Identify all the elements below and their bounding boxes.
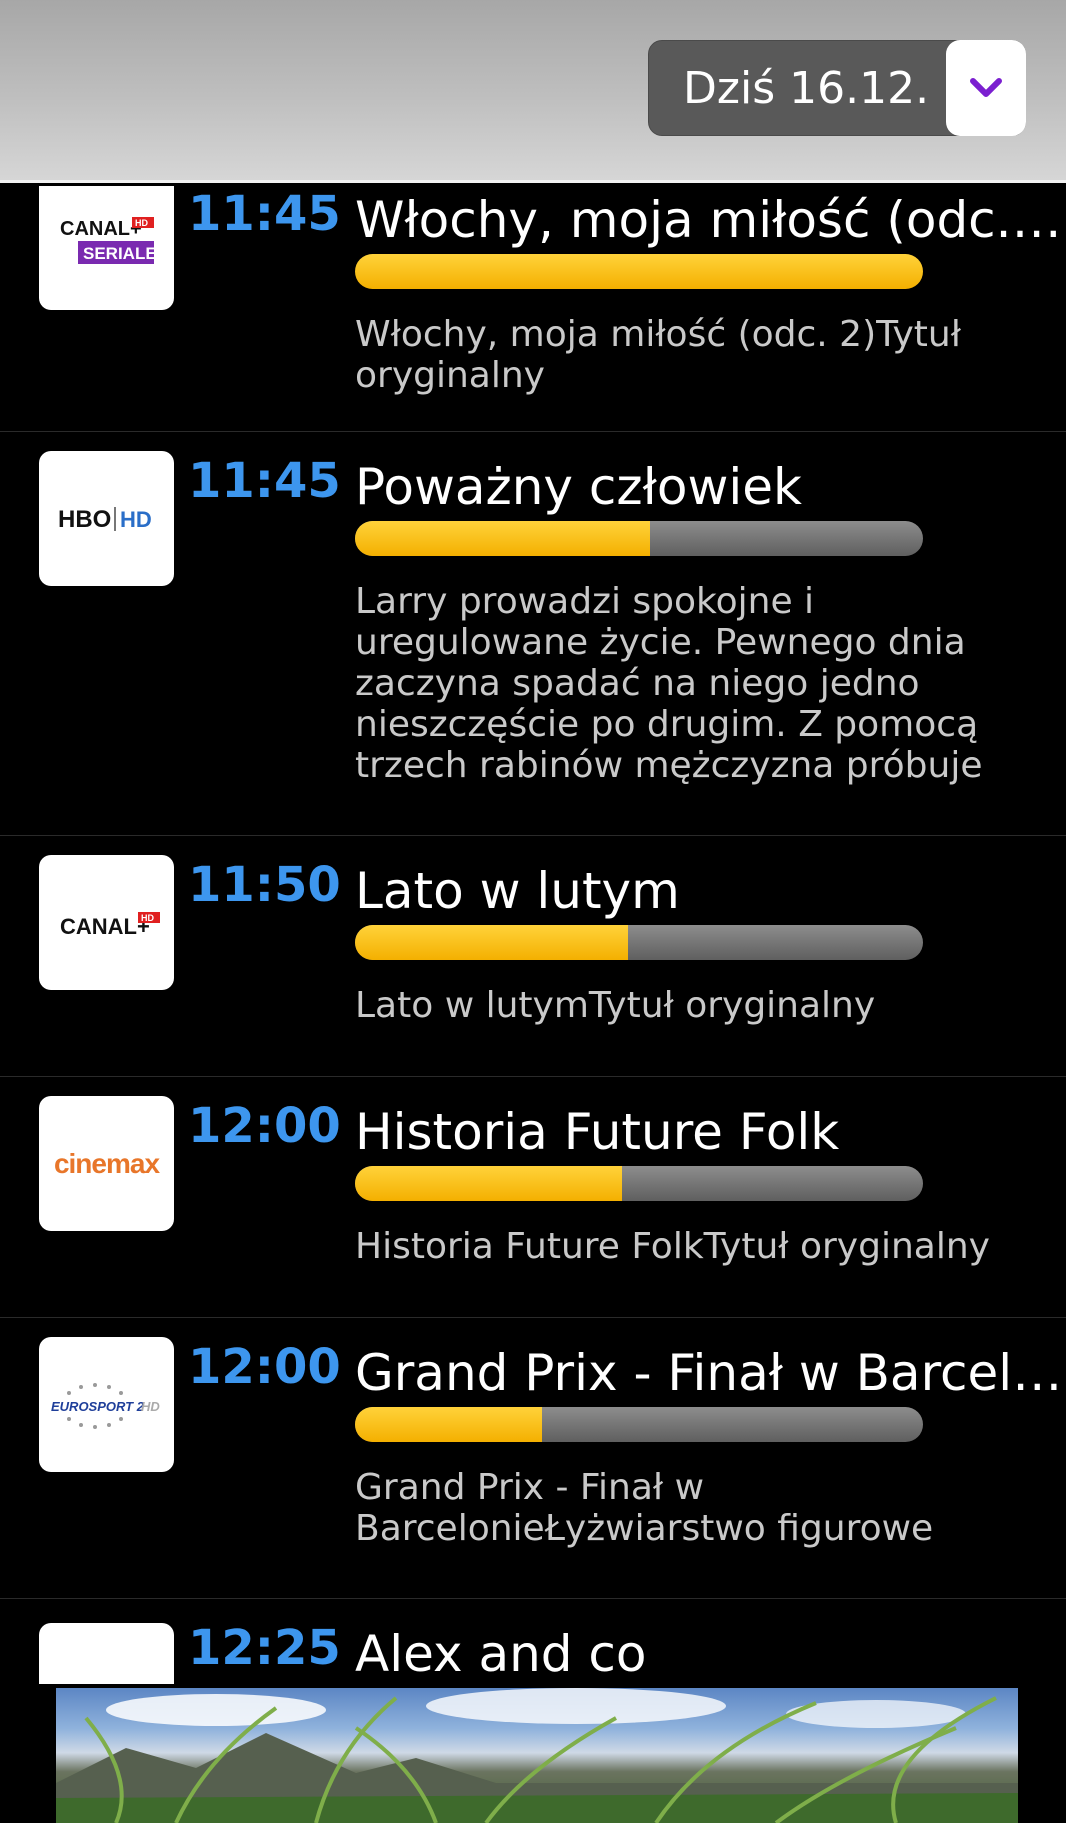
program-title: Grand Prix - Finał w Barcelonie xyxy=(355,1344,1065,1402)
program-row[interactable]: EUROSPORT 2 HD 12:00 Grand Prix - Finał … xyxy=(0,1317,1066,1599)
program-description: Grand Prix - Finał w BarcelonieŁyżwiarst… xyxy=(355,1467,934,1549)
program-title: Lato w lutym xyxy=(355,862,680,920)
program-time: 11:45 xyxy=(188,186,341,242)
svg-text:HD: HD xyxy=(141,913,154,923)
canal-seriale-logo: CANAL+ HD SERIALE xyxy=(60,216,157,264)
chevron-down-icon xyxy=(970,78,1002,97)
channel-logo-hbo: HBO HD xyxy=(39,451,174,586)
program-list[interactable]: CANAL+ HD SERIALE 11:45 Włochy, moja mił… xyxy=(0,186,1066,1684)
date-selector[interactable]: Dziś 16.12. xyxy=(648,40,1026,136)
program-time: 12:00 xyxy=(188,1098,341,1154)
program-row[interactable]: CANAL+ HD SERIALE 11:45 Włochy, moja mił… xyxy=(0,186,1066,432)
svg-text:HD: HD xyxy=(135,218,148,228)
channel-logo xyxy=(39,1623,174,1684)
date-dropdown-button[interactable] xyxy=(946,40,1026,136)
svg-text:HD: HD xyxy=(141,1399,160,1414)
program-row[interactable]: CANAL+ HD 11:50 Lato w lutym Lato w luty… xyxy=(0,835,1066,1077)
program-progress-bar xyxy=(355,1407,923,1442)
program-progress-bar xyxy=(355,254,923,289)
program-description: Lato w lutymTytuł oryginalny xyxy=(355,985,876,1026)
svg-text:EUROSPORT 2: EUROSPORT 2 xyxy=(51,1399,145,1414)
channel-logo-canal-seriale: CANAL+ HD SERIALE xyxy=(39,186,174,310)
program-row[interactable]: HBO HD 11:45 Poważny człowiek Larry prow… xyxy=(0,431,1066,836)
cinemax-logo: cinemax xyxy=(53,1147,160,1179)
channel-logo-canal-hd: CANAL+ HD xyxy=(39,855,174,990)
svg-text:SERIALE: SERIALE xyxy=(83,244,157,263)
program-title: Alex and co xyxy=(355,1625,647,1683)
program-description: Włochy, moja miłość (odc. 2)Tytuł orygin… xyxy=(355,314,961,396)
program-description: Historia Future FolkTytuł oryginalny xyxy=(355,1226,990,1267)
ad-banner[interactable] xyxy=(56,1688,1018,1823)
channel-logo-cinemax: cinemax xyxy=(39,1096,174,1231)
program-time: 12:25 xyxy=(188,1620,341,1676)
program-row[interactable]: cinemax 12:00 Historia Future Folk Histo… xyxy=(0,1076,1066,1318)
program-title: Poważny człowiek xyxy=(355,458,802,516)
program-row[interactable]: 12:25 Alex and co xyxy=(0,1598,1066,1684)
program-time: 11:50 xyxy=(188,857,341,913)
ad-banner-image xyxy=(56,1688,1018,1823)
channel-logo-eurosport: EUROSPORT 2 HD xyxy=(39,1337,174,1472)
svg-text:CANAL+: CANAL+ xyxy=(60,218,142,240)
program-progress-bar xyxy=(355,521,923,556)
channel-logo-partial xyxy=(47,1631,167,1685)
program-description: Larry prowadzi spokojne i uregulowane ży… xyxy=(355,581,983,786)
svg-text:HD: HD xyxy=(120,507,152,532)
canal-hd-logo: CANAL+ HD xyxy=(60,911,160,939)
program-progress-bar xyxy=(355,1166,923,1201)
program-progress-bar xyxy=(355,925,923,960)
program-time: 12:00 xyxy=(188,1339,341,1395)
program-title: Historia Future Folk xyxy=(355,1103,840,1161)
svg-text:HBO: HBO xyxy=(58,506,111,533)
app-header: Dziś 16.12. xyxy=(0,0,1066,183)
svg-text:CANAL+: CANAL+ xyxy=(60,914,150,939)
program-title: Włochy, moja miłość (odc. 2) xyxy=(355,191,1065,249)
program-time: 11:45 xyxy=(188,453,341,509)
hbo-hd-logo: HBO HD xyxy=(58,506,152,533)
eurosport-logo: EUROSPORT 2 HD xyxy=(51,1382,160,1429)
date-label: Dziś 16.12. xyxy=(683,63,930,114)
